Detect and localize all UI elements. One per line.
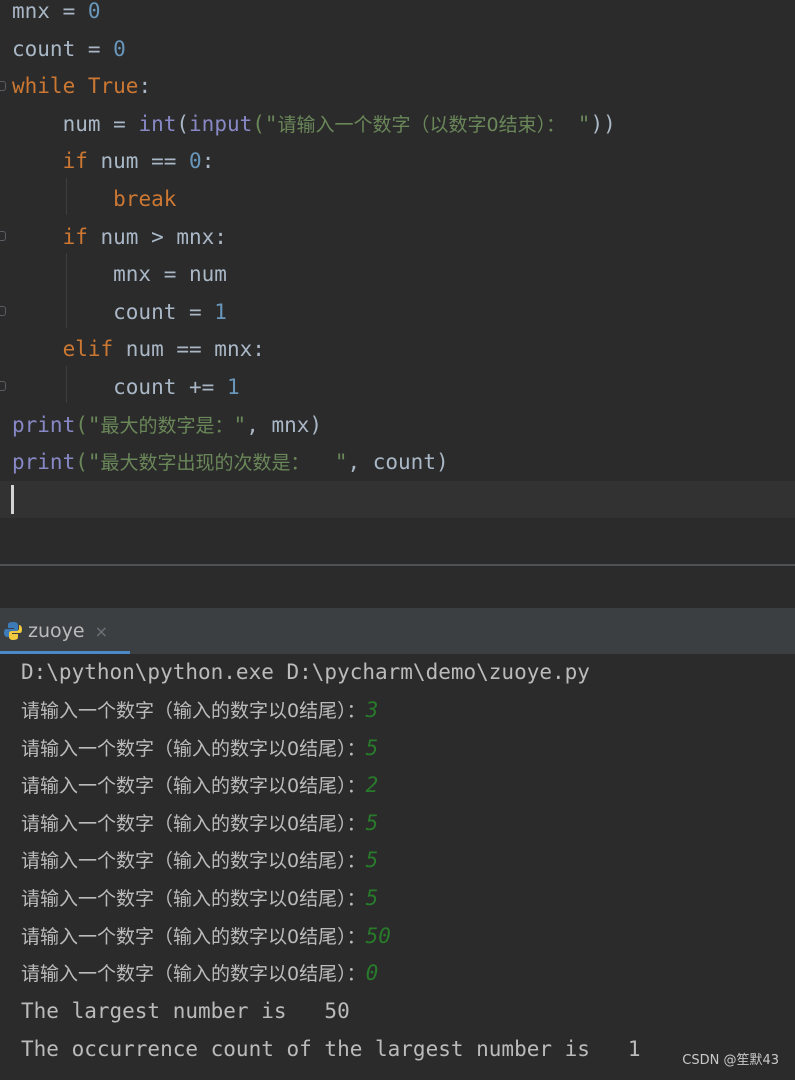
close-icon[interactable]: × <box>95 622 108 641</box>
code-line: break <box>12 181 176 218</box>
code-line: count = 1 <box>12 294 227 331</box>
code-line: if num == 0: <box>12 143 215 180</box>
code-line: if num > mnx: <box>12 219 227 256</box>
user-input-value: 5 <box>365 886 379 910</box>
code-token: 0 <box>87 0 101 23</box>
code-token: 1 <box>214 299 227 324</box>
code-token: " <box>565 111 591 136</box>
console-result-line: The largest number is 50 <box>21 999 350 1023</box>
code-token: num > mnx: <box>100 224 227 249</box>
code-token: mnx = <box>12 0 88 23</box>
user-input-value: 5 <box>365 735 379 760</box>
code-token: num = <box>12 111 139 136</box>
code-token: (" <box>75 450 101 475</box>
run-console[interactable]: D:\python\python.exe D:\pycharm\demo\zuo… <box>0 654 795 1080</box>
code-token: , count) <box>347 450 449 475</box>
prompt-text: 请输入一个数字（输入的数字以0结尾）： <box>21 963 366 986</box>
code-token: while <box>12 74 88 99</box>
code-token: (" <box>252 111 278 136</box>
user-input-value: 3 <box>365 698 379 722</box>
code-token: : <box>138 74 152 99</box>
code-token: count = <box>12 36 114 61</box>
code-token: (" <box>75 412 101 437</box>
console-prompt-line: 请输入一个数字（输入的数字以0结尾）：50 <box>21 918 391 955</box>
run-tool-window-header: zuoye × <box>0 608 795 654</box>
code-token: 0 <box>113 36 126 61</box>
code-token: count += <box>12 375 227 399</box>
code-editor[interactable]: mnx = 0 count = 0 while True: num = int(in… <box>0 0 795 564</box>
user-input-value: 0 <box>365 961 379 986</box>
console-prompt-line: 请输入一个数字（输入的数字以0结尾）：3 <box>21 692 378 729</box>
code-token: ( <box>176 111 190 136</box>
console-prompt-line: 请输入一个数字（输入的数字以0结尾）：5 <box>21 880 378 917</box>
code-token: if <box>62 149 101 174</box>
python-icon <box>4 622 22 640</box>
code-token: num == mnx: <box>125 337 265 362</box>
code-line: print("最大数字出现的次数是： ", count) <box>12 444 449 481</box>
code-line: count += 1 <box>12 369 240 406</box>
code-line: num = int(input("请输入一个数字（以数字0结束）： ")) <box>12 106 616 143</box>
code-token: 最大数字出现的次数是： <box>100 452 310 475</box>
code-token: count = <box>12 299 215 324</box>
run-tab-label: zuoye <box>28 620 85 642</box>
editor-bottom-area <box>0 566 795 608</box>
code-token: 请输入一个数字（以数字0结束）： <box>277 113 566 136</box>
code-line: mnx = 0 <box>12 0 101 30</box>
console-prompt-line: 请输入一个数字（输入的数字以0结尾）：0 <box>21 955 378 992</box>
code-line: while True: <box>12 68 151 105</box>
code-line: print("最大的数字是：", mnx) <box>12 407 322 444</box>
code-token: " <box>309 450 348 475</box>
fold-marker-icon[interactable] <box>0 231 6 241</box>
code-line: elif num == mnx: <box>12 331 265 368</box>
code-token: int <box>138 111 177 136</box>
code-token: mnx = num <box>12 262 227 287</box>
code-token: input <box>189 111 253 136</box>
code-token: 1 <box>226 375 240 399</box>
code-token: " <box>233 412 247 437</box>
run-tab-zuoye[interactable]: zuoye × <box>0 608 130 654</box>
prompt-text: 请输入一个数字（输入的数字以0结尾）： <box>21 700 366 722</box>
code-token: 0 <box>189 149 202 174</box>
code-token: : <box>201 149 215 174</box>
console-prompt-line: 请输入一个数字（输入的数字以0结尾）：2 <box>21 767 378 804</box>
fold-marker-icon[interactable] <box>0 306 6 316</box>
watermark: CSDN @笙默43 <box>682 1053 779 1068</box>
user-input-value: 2 <box>365 773 379 798</box>
prompt-text: 请输入一个数字（输入的数字以0结尾）： <box>21 775 366 798</box>
console-prompt-line: 请输入一个数字（输入的数字以0结尾）：5 <box>21 730 378 767</box>
prompt-text: 请输入一个数字（输入的数字以0结尾）： <box>21 812 366 835</box>
console-command-line: D:\python\python.exe D:\pycharm\demo\zuo… <box>21 660 590 684</box>
current-line-highlight <box>0 481 795 518</box>
console-prompt-line: 请输入一个数字（输入的数字以0结尾）：5 <box>21 805 378 842</box>
user-input-value: 5 <box>365 810 379 835</box>
prompt-text: 请输入一个数字（输入的数字以0结尾）： <box>21 888 366 910</box>
console-result-line: The occurrence count of the largest numb… <box>21 1037 641 1061</box>
code-token: , mnx) <box>246 412 323 437</box>
prompt-text: 请输入一个数字（输入的数字以0结尾）： <box>21 925 366 948</box>
prompt-text: 请输入一个数字（输入的数字以0结尾）： <box>21 850 366 873</box>
console-prompt-line: 请输入一个数字（输入的数字以0结尾）：5 <box>21 842 378 879</box>
fold-marker-icon[interactable] <box>0 381 6 391</box>
text-caret <box>11 485 14 514</box>
code-token: break <box>113 187 177 211</box>
code-token: num == <box>100 149 190 174</box>
code-token: if <box>62 224 101 249</box>
code-token: 最大的数字是： <box>100 414 234 437</box>
code-token: True <box>87 74 139 99</box>
code-token: elif <box>62 337 126 362</box>
code-token: print <box>12 450 76 475</box>
user-input-value: 5 <box>365 848 379 873</box>
fold-marker-icon[interactable] <box>0 81 6 91</box>
user-input-value: 50 <box>365 923 391 948</box>
code-line: mnx = num <box>12 256 227 293</box>
prompt-text: 请输入一个数字（输入的数字以0结尾）： <box>21 737 366 760</box>
code-token: print <box>12 412 76 437</box>
code-line: count = 0 <box>12 31 126 68</box>
code-token: )) <box>590 111 616 136</box>
